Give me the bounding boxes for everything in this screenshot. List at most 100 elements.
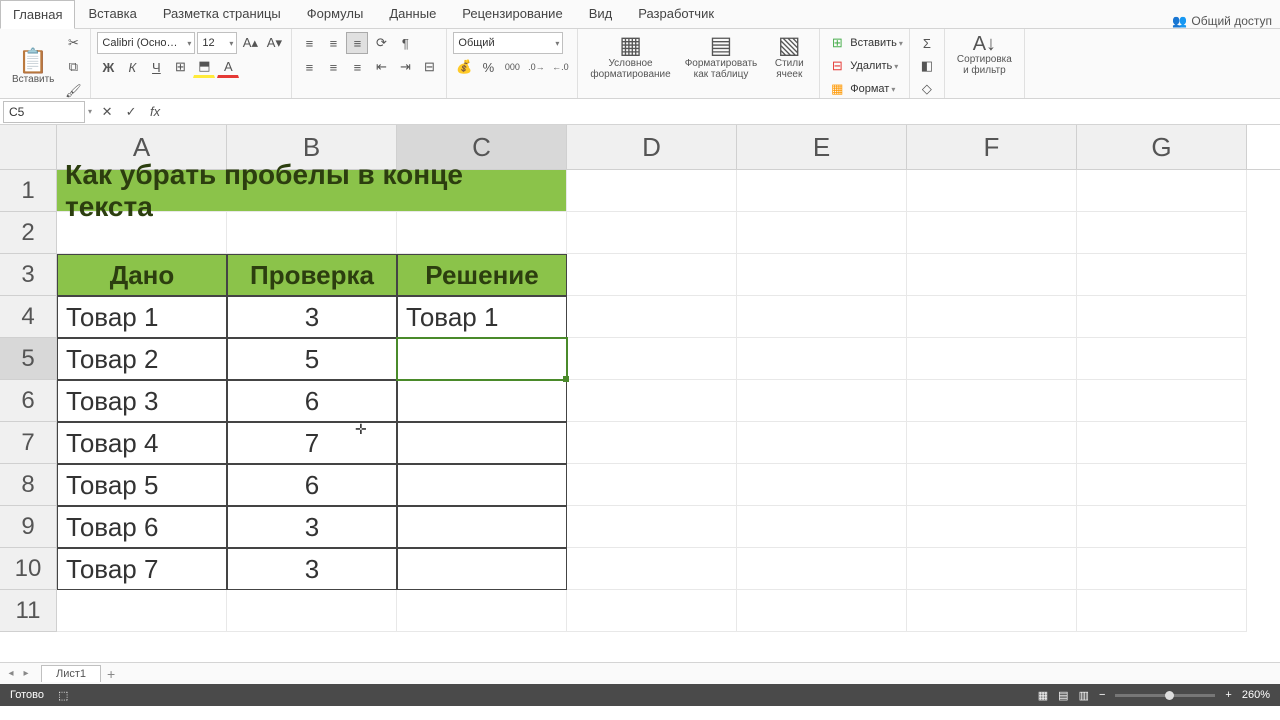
increase-decimal-button[interactable]: .0→: [525, 56, 547, 78]
macro-record-icon[interactable]: ⬚: [58, 689, 68, 702]
tab-formulas[interactable]: Формулы: [294, 0, 377, 28]
view-layout-button[interactable]: ▤: [1058, 689, 1068, 702]
confirm-formula-button[interactable]: ✓: [120, 101, 142, 123]
row-header-5[interactable]: 5: [0, 338, 57, 380]
align-bottom-button[interactable]: ≡: [346, 32, 368, 54]
row-header-1[interactable]: 1: [0, 170, 57, 212]
cell[interactable]: [227, 590, 397, 632]
cell[interactable]: Товар 3: [57, 380, 227, 422]
clear-button[interactable]: ◇: [916, 78, 938, 100]
cell[interactable]: [567, 338, 737, 380]
row-header-3[interactable]: 3: [0, 254, 57, 296]
table-header[interactable]: Дано: [57, 254, 227, 296]
cell[interactable]: [907, 212, 1077, 254]
cell[interactable]: [57, 590, 227, 632]
cell[interactable]: [737, 296, 907, 338]
cell[interactable]: [907, 170, 1077, 212]
cell[interactable]: 5: [227, 338, 397, 380]
formula-input[interactable]: [170, 101, 1280, 123]
cell[interactable]: [57, 212, 227, 254]
row-header-9[interactable]: 9: [0, 506, 57, 548]
cell[interactable]: Товар 4: [57, 422, 227, 464]
tab-developer[interactable]: Разработчик: [625, 0, 727, 28]
cell[interactable]: [907, 464, 1077, 506]
zoom-out-button[interactable]: −: [1099, 689, 1105, 701]
cell[interactable]: Товар 7: [57, 548, 227, 590]
zoom-slider[interactable]: [1115, 694, 1215, 697]
spreadsheet-grid[interactable]: A B C D E F G 1 Как убрать пробелы в кон…: [0, 125, 1280, 662]
increase-font-button[interactable]: A▴: [239, 32, 261, 54]
cell[interactable]: [907, 338, 1077, 380]
cell[interactable]: [397, 380, 567, 422]
cell[interactable]: 6: [227, 380, 397, 422]
cell[interactable]: [397, 464, 567, 506]
cell-styles-button[interactable]: ▧Стили ячеек: [765, 32, 813, 82]
row-header-8[interactable]: 8: [0, 464, 57, 506]
number-format-select[interactable]: Общий: [453, 32, 563, 54]
cell[interactable]: [907, 506, 1077, 548]
format-painter-button[interactable]: 🖌: [62, 80, 84, 102]
cell[interactable]: [567, 212, 737, 254]
tab-data[interactable]: Данные: [376, 0, 449, 28]
cell[interactable]: [567, 506, 737, 548]
percent-button[interactable]: %: [477, 56, 499, 78]
cell[interactable]: [737, 464, 907, 506]
cell[interactable]: [227, 212, 397, 254]
font-color-button[interactable]: A: [217, 56, 239, 78]
paste-button[interactable]: 📋Вставить: [6, 48, 60, 87]
align-left-button[interactable]: ≡: [298, 56, 320, 78]
cell[interactable]: [907, 422, 1077, 464]
cell[interactable]: 3: [227, 506, 397, 548]
cell[interactable]: [737, 422, 907, 464]
add-sheet-button[interactable]: +: [101, 666, 121, 682]
cut-button[interactable]: ✂: [62, 32, 84, 54]
border-button[interactable]: ⊞: [169, 56, 191, 78]
sort-filter-button[interactable]: A↓Сортировка и фильтр: [951, 32, 1018, 78]
fx-button[interactable]: fx: [144, 101, 166, 123]
copy-button[interactable]: ⧉: [62, 56, 84, 78]
cell[interactable]: [1077, 506, 1247, 548]
cell[interactable]: [737, 338, 907, 380]
cell[interactable]: [737, 380, 907, 422]
cell[interactable]: [1077, 590, 1247, 632]
cell[interactable]: Товар 6: [57, 506, 227, 548]
font-size-select[interactable]: 12: [197, 32, 237, 54]
row-header-11[interactable]: 11: [0, 590, 57, 632]
tab-review[interactable]: Рецензирование: [449, 0, 575, 28]
cell[interactable]: Товар 1: [397, 296, 567, 338]
insert-cells-button[interactable]: Вставить: [850, 37, 897, 49]
cell[interactable]: [567, 296, 737, 338]
format-cells-button[interactable]: Формат: [850, 83, 889, 95]
delete-cells-button[interactable]: Удалить: [850, 60, 892, 72]
bold-button[interactable]: Ж: [97, 56, 119, 78]
cell[interactable]: Товар 1: [57, 296, 227, 338]
cell[interactable]: [1077, 464, 1247, 506]
select-all-corner[interactable]: [0, 125, 57, 169]
indent-increase-button[interactable]: ⇥: [394, 56, 416, 78]
align-center-button[interactable]: ≡: [322, 56, 344, 78]
comma-button[interactable]: 000: [501, 56, 523, 78]
cell[interactable]: [737, 590, 907, 632]
indent-decrease-button[interactable]: ⇤: [370, 56, 392, 78]
underline-button[interactable]: Ч: [145, 56, 167, 78]
row-header-6[interactable]: 6: [0, 380, 57, 422]
align-top-button[interactable]: ≡: [298, 32, 320, 54]
cell[interactable]: [397, 590, 567, 632]
view-pagebreak-button[interactable]: ▥: [1079, 689, 1089, 702]
cell[interactable]: [737, 170, 907, 212]
cell[interactable]: [1077, 212, 1247, 254]
cell[interactable]: [1077, 380, 1247, 422]
italic-button[interactable]: К: [121, 56, 143, 78]
cancel-formula-button[interactable]: ✕: [96, 101, 118, 123]
cell[interactable]: [1077, 338, 1247, 380]
cell[interactable]: Товар 5: [57, 464, 227, 506]
row-header-10[interactable]: 10: [0, 548, 57, 590]
cell[interactable]: [1077, 296, 1247, 338]
name-box[interactable]: C5: [3, 101, 85, 123]
cell[interactable]: [1077, 170, 1247, 212]
tab-main[interactable]: Главная: [0, 0, 75, 29]
cell[interactable]: [1077, 254, 1247, 296]
cell[interactable]: [567, 464, 737, 506]
cell[interactable]: [907, 548, 1077, 590]
fill-color-button[interactable]: ⬒: [193, 56, 215, 78]
